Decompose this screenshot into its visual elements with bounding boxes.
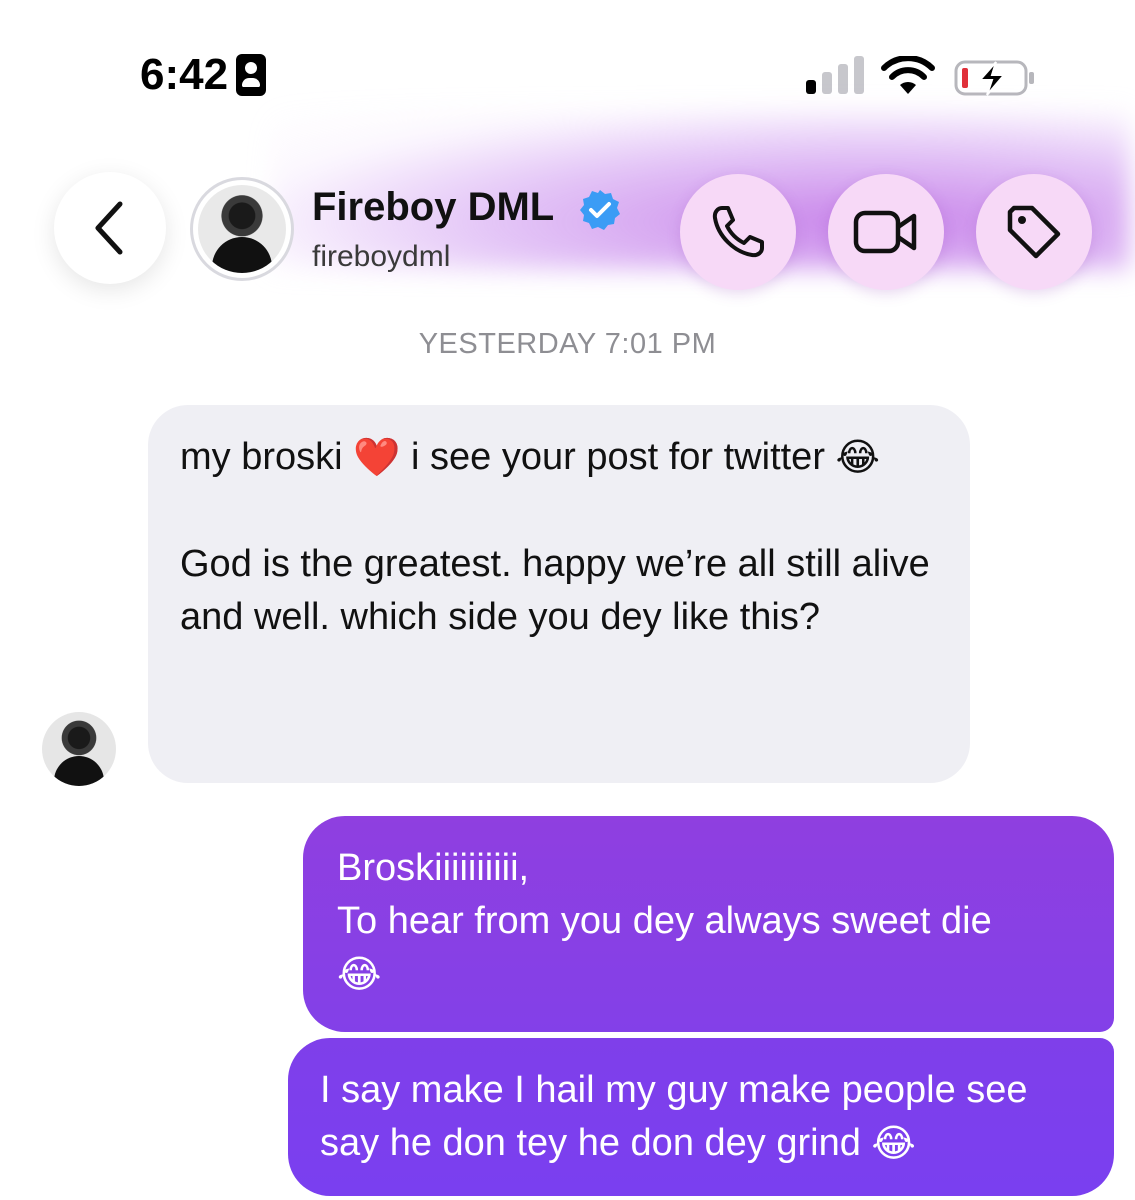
contact-name[interactable]: Fireboy DML xyxy=(312,185,554,230)
phone-icon xyxy=(712,206,764,258)
verified-badge-icon xyxy=(580,190,620,230)
laughing-tears-emoji: 😂 xyxy=(871,1123,916,1166)
laughing-tears-emoji: 😂 xyxy=(337,954,382,997)
incoming-message-paragraph-2: God is the greatest. happy we’re all sti… xyxy=(180,543,930,639)
back-button[interactable] xyxy=(54,172,166,284)
contact-avatar[interactable] xyxy=(190,177,294,281)
outgoing-message-bubble[interactable]: I say make I hail my guy make people see… xyxy=(288,1038,1114,1196)
outgoing-line: Broskiiiiiiiiii, xyxy=(337,847,530,889)
incoming-text-part: my broski xyxy=(180,436,343,478)
tag-icon xyxy=(1007,205,1061,259)
outgoing-message-bubble[interactable]: Broskiiiiiiiiii, To hear from you dey al… xyxy=(303,816,1114,1032)
tag-button[interactable] xyxy=(976,174,1092,290)
status-time: 6:42 xyxy=(140,50,229,99)
red-heart-emoji: ❤️ xyxy=(353,437,401,480)
sender-avatar[interactable] xyxy=(42,712,116,786)
avatar-photo xyxy=(198,185,286,273)
outgoing-text: I say make I hail my guy make people see… xyxy=(320,1069,1028,1164)
laughing-tears-emoji: 😂 xyxy=(835,437,880,480)
incoming-text-part: i see your post for twitter xyxy=(411,436,825,478)
wifi-icon xyxy=(881,56,935,94)
incoming-message-line-1: my broski ❤️ i see your post for twitter… xyxy=(180,431,938,485)
contact-handle[interactable]: fireboydml xyxy=(312,240,450,274)
call-button[interactable] xyxy=(680,174,796,290)
video-call-button[interactable] xyxy=(828,174,944,290)
message-timestamp: YESTERDAY 7:01 PM xyxy=(418,328,717,360)
back-chevron-icon xyxy=(95,201,123,255)
incoming-message-bubble[interactable]: my broski ❤️ i see your post for twitter… xyxy=(148,405,970,783)
video-camera-icon xyxy=(853,210,917,254)
status-bar-time-group: 6:42 xyxy=(140,50,267,100)
id-card-icon xyxy=(236,54,267,96)
battery-charging-icon xyxy=(954,60,1034,96)
outgoing-line: To hear from you dey always sweet die xyxy=(337,900,992,942)
cellular-signal-icon xyxy=(806,56,864,94)
